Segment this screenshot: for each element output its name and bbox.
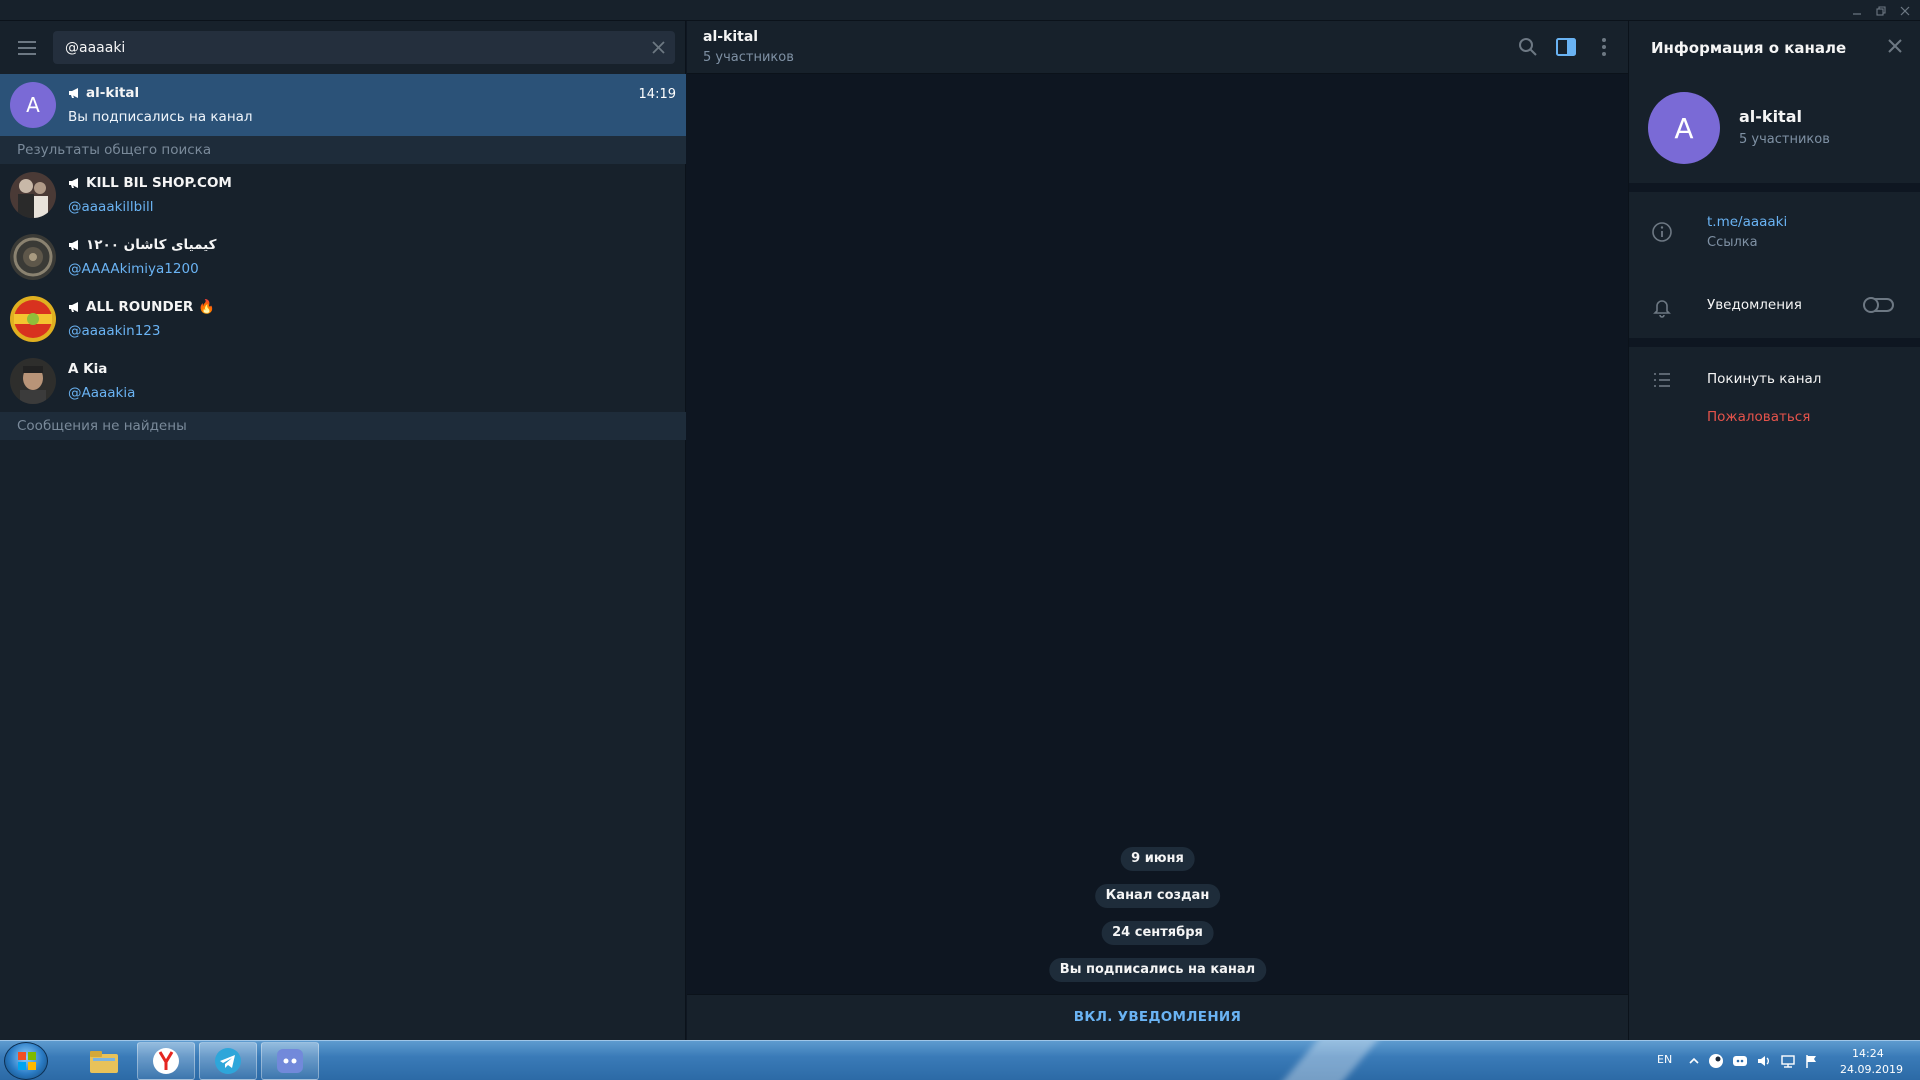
search-field[interactable]: @aaaaki <box>53 31 675 64</box>
search-input[interactable]: @aaaaki <box>65 40 125 56</box>
bell-icon <box>1651 296 1673 318</box>
close-icon[interactable] <box>1886 37 1904 55</box>
taskbar-explorer[interactable] <box>75 1042 133 1080</box>
enable-notifications-bar[interactable]: ВКЛ. УВЕДОМЛЕНИЯ <box>687 994 1628 1040</box>
folder-icon <box>90 1051 118 1073</box>
search-result-item[interactable]: KILL BIL SHOP.COM @aaaakillbill <box>0 164 686 226</box>
channel-megaphone-icon <box>69 88 78 98</box>
result-name: A Kia <box>68 361 108 377</box>
result-handle: @aaaakillbill <box>68 199 154 215</box>
leave-channel-button[interactable]: Покинуть канал <box>1707 371 1821 387</box>
section-header-global-results: Результаты общего поиска <box>0 136 686 164</box>
wallpaper-streak <box>1266 1041 1394 1080</box>
divider <box>1629 338 1920 347</box>
more-options-icon[interactable] <box>1592 35 1616 59</box>
minimize-icon[interactable] <box>1846 2 1868 19</box>
telegram-icon <box>215 1048 241 1074</box>
notifications-toggle[interactable] <box>1863 297 1894 313</box>
result-handle: @Aaaakia <box>68 385 136 401</box>
service-message: Канал создан <box>1094 884 1221 908</box>
chat-list-panel: @aaaaki A al-kital 14:19 Вы подписались … <box>0 21 686 1040</box>
network-icon[interactable] <box>1780 1053 1796 1069</box>
search-icon[interactable] <box>1516 35 1540 59</box>
enable-notifications-button[interactable]: ВКЛ. УВЕДОМЛЕНИЯ <box>687 1009 1628 1025</box>
taskbar-telegram[interactable] <box>199 1042 257 1080</box>
list-icon <box>1651 369 1673 391</box>
taskbar-discord[interactable] <box>261 1042 319 1080</box>
chat-item-time: 14:19 <box>638 87 676 102</box>
divider <box>1629 183 1920 192</box>
clear-search-icon[interactable] <box>650 39 667 56</box>
info-icon <box>1651 221 1673 243</box>
avatar: A <box>10 82 56 128</box>
chat-member-count: 5 участников <box>703 50 794 65</box>
info-panel-title: Информация о канале <box>1651 39 1847 57</box>
search-result-item[interactable]: کیمیای کاشان ۱۲۰۰ @AAAAkimiya1200 <box>0 226 686 288</box>
discord-icon <box>277 1049 303 1073</box>
channel-megaphone-icon <box>69 178 78 188</box>
avatar <box>10 296 56 342</box>
channel-avatar[interactable]: A <box>1648 92 1720 164</box>
chat-header[interactable]: al-kital 5 участников <box>687 21 1628 74</box>
steam-icon[interactable] <box>1708 1053 1724 1069</box>
avatar <box>10 358 56 404</box>
sidebar-toggle-icon[interactable] <box>1554 35 1578 59</box>
channel-link[interactable]: t.me/aaaaki <box>1707 214 1787 230</box>
action-center-flag-icon[interactable] <box>1804 1053 1820 1069</box>
clock-time[interactable]: 14:24 <box>1852 1047 1884 1060</box>
volume-icon[interactable] <box>1756 1053 1772 1069</box>
chat-item-name: al-kital <box>68 85 139 101</box>
notifications-label: Уведомления <box>1707 297 1802 313</box>
yandex-icon <box>153 1048 179 1074</box>
start-button[interactable] <box>4 1042 48 1080</box>
taskbar-yandex-browser[interactable] <box>137 1042 195 1080</box>
report-button[interactable]: Пожаловаться <box>1707 409 1810 425</box>
result-handle: @AAAAkimiya1200 <box>68 261 199 277</box>
avatar <box>10 172 56 218</box>
result-name: KILL BIL SHOP.COM <box>68 175 232 191</box>
toggle-knob <box>1863 297 1879 313</box>
result-handle: @aaaakin123 <box>68 323 161 339</box>
date-divider: 24 сентября <box>1101 921 1214 945</box>
channel-name: al-kital <box>1739 107 1802 126</box>
channel-link-label: Ссылка <box>1707 235 1758 250</box>
clock-date[interactable]: 24.09.2019 <box>1840 1063 1903 1076</box>
search-result-item[interactable]: ALL ROUNDER 🔥 @aaaakin123 <box>0 288 686 350</box>
windows-logo-icon <box>18 1052 36 1070</box>
channel-megaphone-icon <box>69 240 78 250</box>
channel-member-count: 5 участников <box>1739 132 1830 147</box>
discord-tray-icon[interactable] <box>1732 1053 1748 1069</box>
channel-megaphone-icon <box>69 302 78 312</box>
channel-info-panel: Информация о канале A al-kital 5 участни… <box>1628 21 1920 1040</box>
chat-area: al-kital 5 участников 9 июня Канал созда… <box>687 21 1628 1040</box>
show-hidden-icons-icon[interactable] <box>1686 1053 1702 1069</box>
chat-item-al-kital[interactable]: A al-kital 14:19 Вы подписались на канал <box>0 74 686 136</box>
language-indicator[interactable]: EN <box>1657 1053 1672 1066</box>
chat-title: al-kital <box>703 29 759 45</box>
result-name: ALL ROUNDER 🔥 <box>68 299 215 315</box>
hamburger-menu-icon[interactable] <box>15 39 39 57</box>
window-titlebar <box>0 0 1920 21</box>
avatar <box>10 234 56 280</box>
taskbar: EN 14:24 24.09.2019 <box>0 1040 1920 1080</box>
search-result-item[interactable]: A Kia @Aaaakia <box>0 350 686 412</box>
result-name: کیمیای کاشان ۱۲۰۰ <box>68 237 217 253</box>
restore-icon[interactable] <box>1870 2 1892 19</box>
section-header-no-messages: Сообщения не найдены <box>0 412 686 440</box>
date-divider: 9 июня <box>1120 847 1195 871</box>
close-window-icon[interactable] <box>1894 2 1916 19</box>
service-message: Вы подписались на канал <box>1048 958 1267 982</box>
chat-item-last-message: Вы подписались на канал <box>68 109 253 125</box>
